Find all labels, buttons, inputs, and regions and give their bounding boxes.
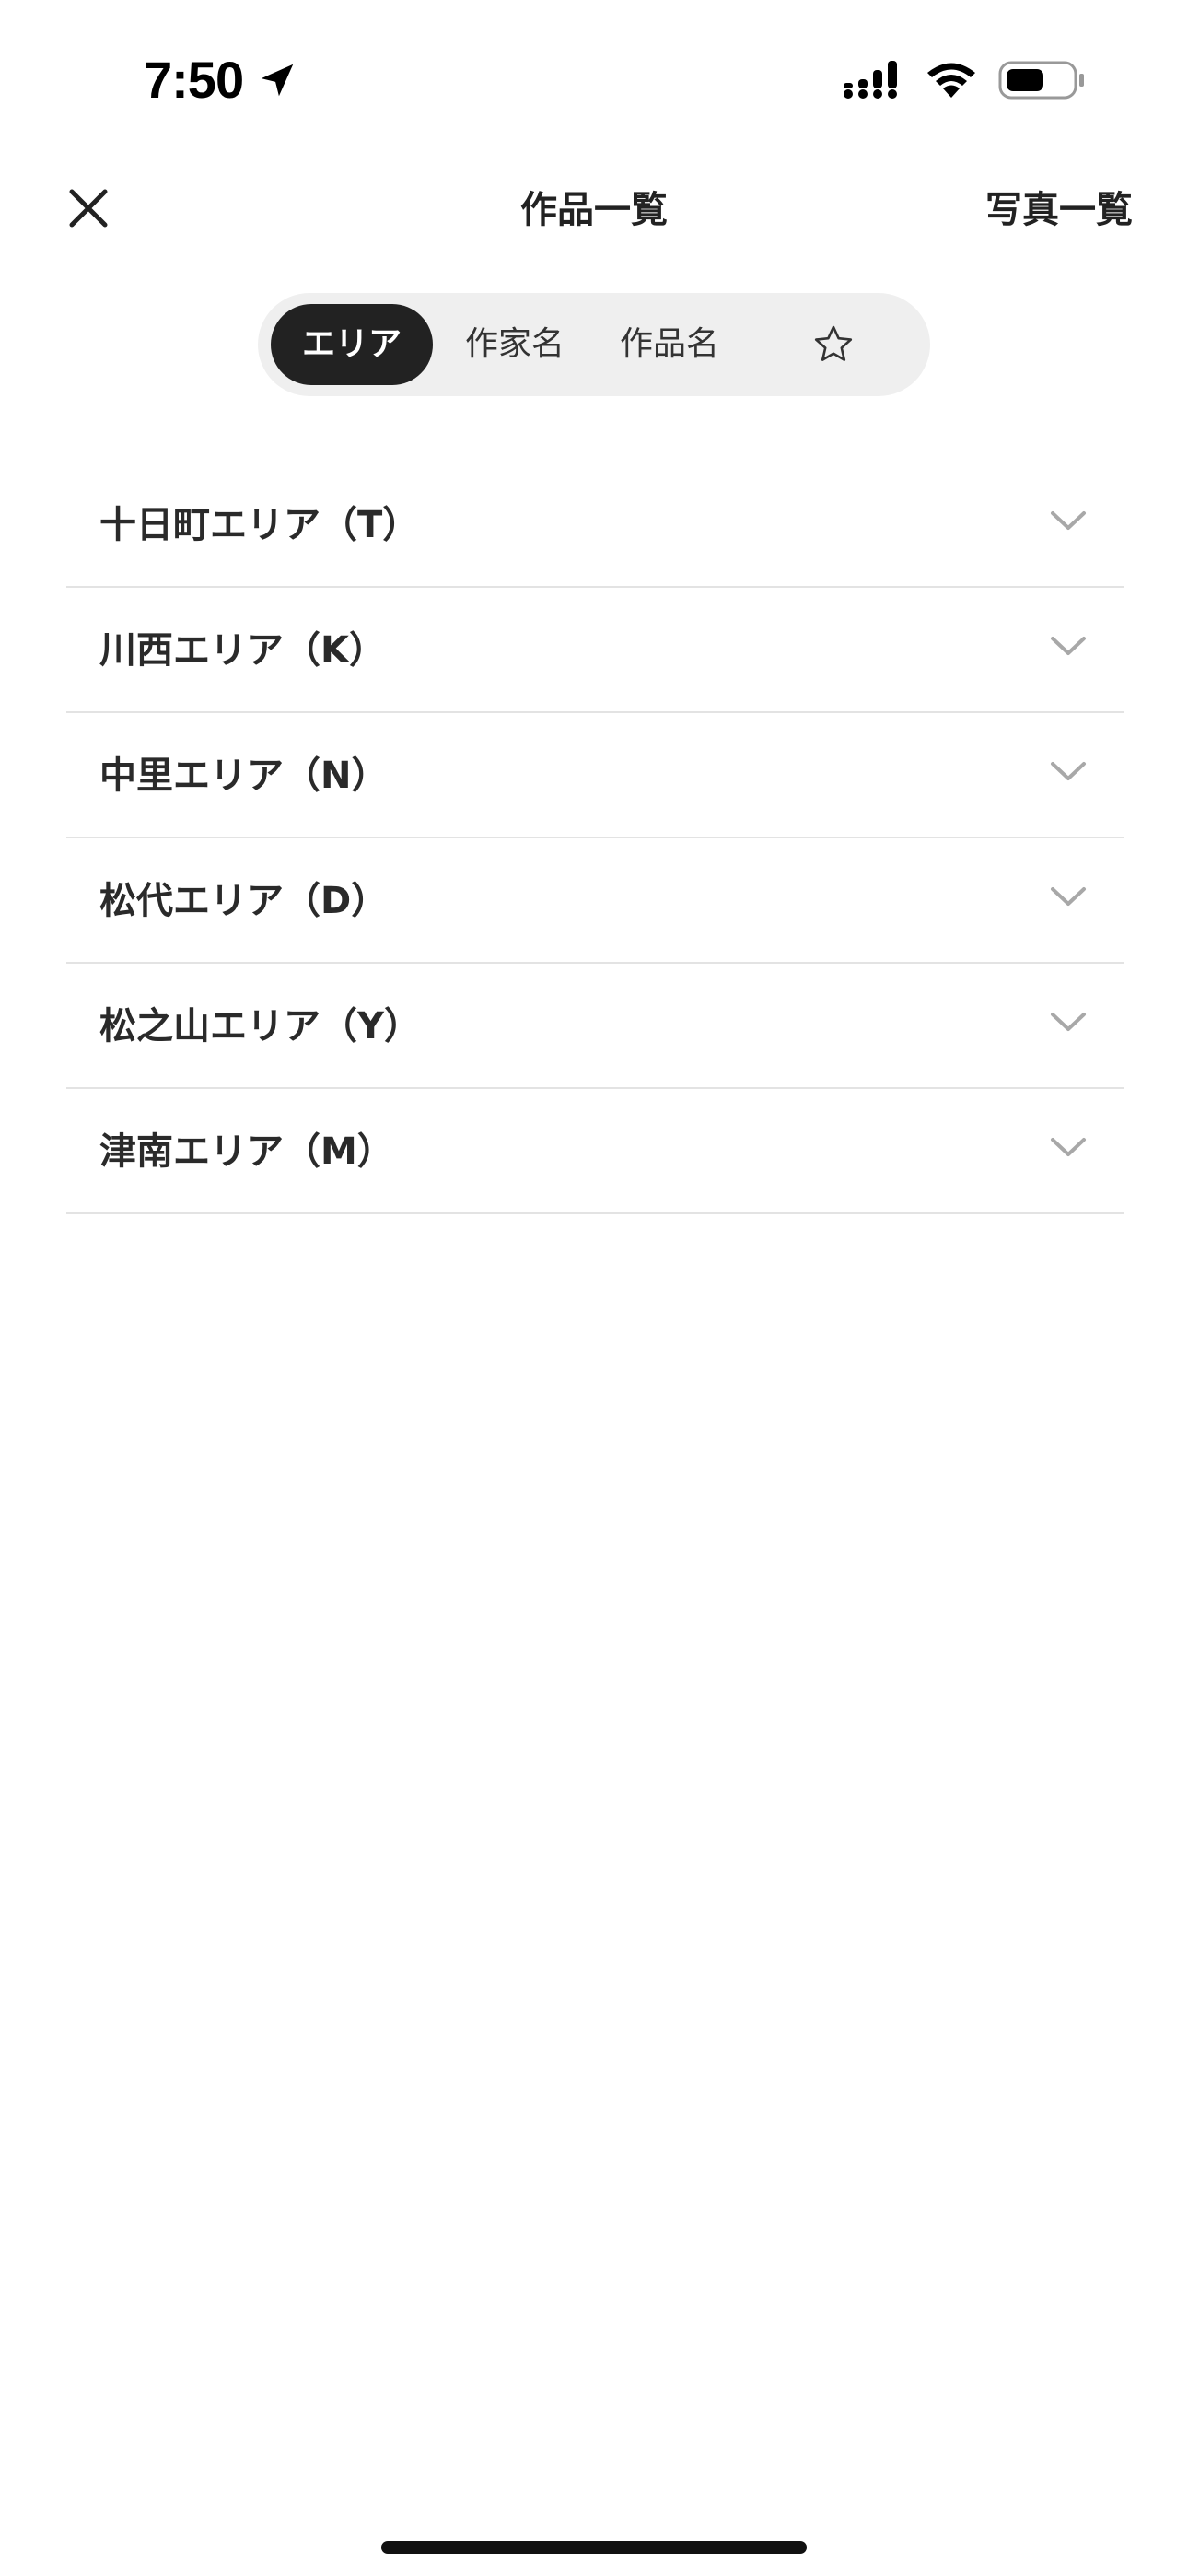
battery-icon	[998, 61, 1084, 100]
area-row-kawanishi[interactable]: 川西エリア（K）	[66, 588, 1124, 713]
area-row-tokamachi[interactable]: 十日町エリア（T）	[66, 463, 1124, 588]
area-label: 松之山エリア（Y）	[99, 1005, 421, 1048]
area-row-tsunan[interactable]: 津南エリア（M）	[66, 1089, 1124, 1214]
close-button[interactable]	[61, 181, 116, 236]
tab-artist-name[interactable]: 作家名	[442, 304, 588, 385]
area-label: 津南エリア（M）	[99, 1130, 394, 1173]
area-row-matsudai[interactable]: 松代エリア（D）	[66, 838, 1124, 964]
close-icon	[69, 189, 108, 228]
chevron-down-icon	[1051, 637, 1086, 655]
cellular-signal-icon	[844, 61, 897, 99]
wifi-icon	[927, 63, 975, 98]
tab-favorites[interactable]	[751, 304, 917, 385]
area-label: 松代エリア（D）	[99, 880, 389, 922]
chevron-down-icon	[1051, 511, 1086, 530]
chevron-down-icon	[1051, 1138, 1086, 1156]
area-row-nakasato[interactable]: 中里エリア（N）	[66, 713, 1124, 838]
home-indicator[interactable]	[381, 2541, 807, 2554]
area-label: 川西エリア（K）	[99, 629, 386, 672]
segmented-control: エリア 作家名 作品名	[258, 293, 930, 396]
tab-area[interactable]: エリア	[271, 304, 433, 385]
photo-list-link[interactable]: 写真一覧	[985, 184, 1133, 236]
area-list: 十日町エリア（T） 川西エリア（K） 中里エリア（N） 松代エリア（D） 松之山…	[66, 463, 1124, 1214]
area-label: 中里エリア（N）	[99, 755, 389, 797]
tab-work-name[interactable]: 作品名	[597, 304, 742, 385]
area-row-matsunoyama[interactable]: 松之山エリア（Y）	[66, 964, 1124, 1089]
chevron-down-icon	[1051, 887, 1086, 906]
location-arrow-icon	[261, 64, 294, 97]
area-label: 十日町エリア（T）	[99, 504, 420, 546]
status-time: 7:50	[144, 51, 244, 109]
page-title: 作品一覧	[520, 189, 668, 231]
chevron-down-icon	[1051, 762, 1086, 780]
chevron-down-icon	[1051, 1013, 1086, 1031]
star-icon	[814, 325, 853, 361]
